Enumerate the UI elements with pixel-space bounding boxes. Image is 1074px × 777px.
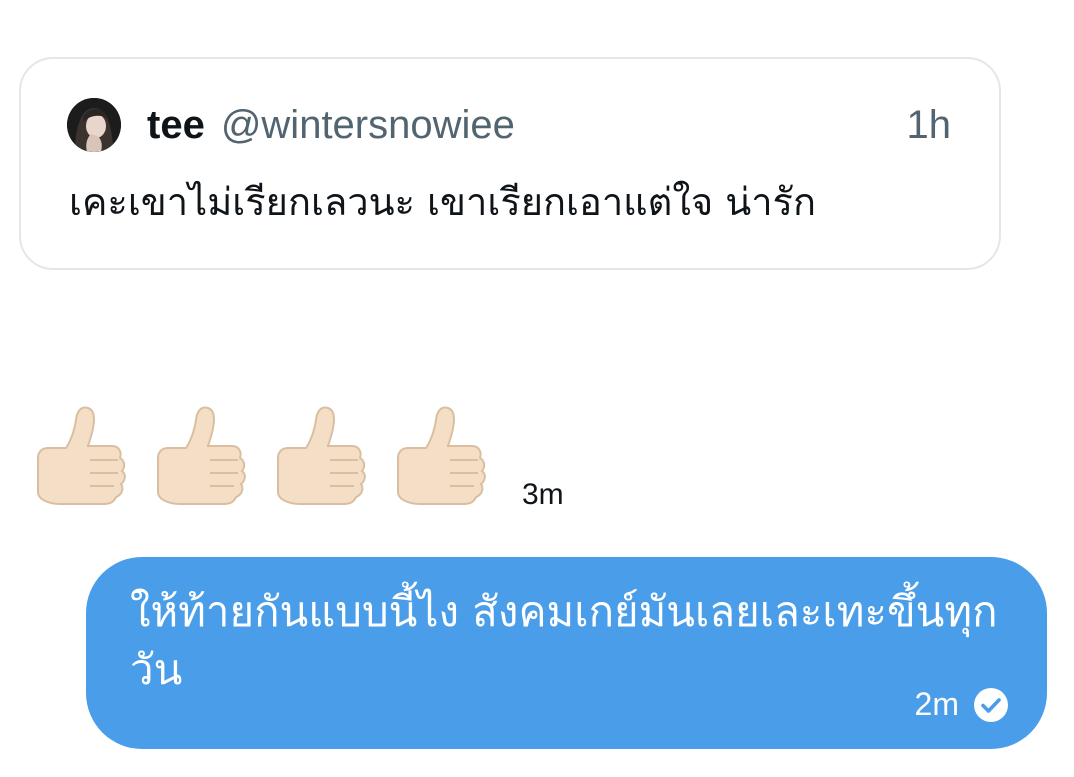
quoted-tweet-card[interactable]: tee @wintersnowiee 1h เคะเขาไม่เรียกเลวน… (19, 57, 1001, 270)
received-message-time: 3m (522, 478, 564, 511)
sent-message-bubble[interactable]: ให้ท้ายกันแบบนี้ไง สังคมเกย์มันเลยเละเทะ… (86, 557, 1047, 749)
sent-message-meta: 2m (915, 686, 1009, 723)
sent-message-time: 2m (914, 686, 959, 722)
profile-avatar-icon (67, 98, 121, 152)
emoji-row (30, 402, 490, 510)
thumbs-up-icon (277, 406, 366, 505)
quoted-tweet-text: เคะเขาไม่เรียกเลวนะ เขาเรียกเอาแต่ใจ น่า… (69, 180, 816, 224)
thumbs-up-icon (37, 406, 126, 505)
quoted-tweet-time: 1h (906, 102, 952, 147)
author-name[interactable]: tee (147, 103, 205, 148)
thumbs-up-icon (157, 406, 246, 505)
read-check-icon (974, 687, 1008, 722)
author-handle[interactable]: @wintersnowiee (221, 103, 515, 148)
received-message[interactable] (30, 385, 490, 510)
sent-message-text: ให้ท้ายกันแบบนี้ไง สังคมเกย์มันเลยเละเทะ… (130, 587, 998, 694)
quoted-tweet-header: tee @wintersnowiee 1h (67, 97, 951, 153)
avatar[interactable] (67, 98, 121, 152)
thumbs-up-icon (397, 406, 486, 505)
